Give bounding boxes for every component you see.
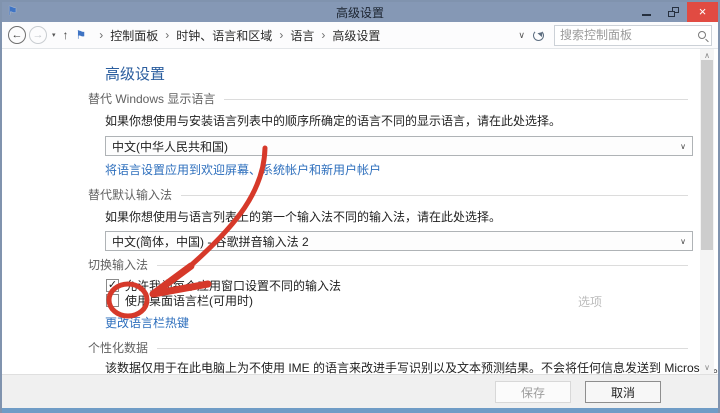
section-rule — [157, 348, 688, 349]
default-input-method-value: 中文(简体，中国) - 谷歌拼音输入法 2 — [112, 234, 309, 249]
advanced-settings-window: ⚑ 高级设置 × ← → ▾ ↑ ⚑ › 控制面板 › 时钟、语言和区域 › 语… — [0, 0, 720, 413]
minimize-button[interactable] — [633, 2, 660, 22]
display-language-value: 中文(中华人民共和国) — [112, 139, 228, 154]
section-rule — [181, 195, 688, 196]
section-override-display-language: 替代 Windows 显示语言 — [88, 90, 688, 107]
breadcrumb-separator-icon: › — [165, 28, 170, 42]
change-language-bar-hotkeys-link[interactable]: 更改语言栏热键 — [105, 314, 189, 331]
personalization-description: 该数据仅用于在此电脑上为不使用 IME 的语言来改进手写识别以及文本预测结果。不… — [105, 361, 718, 374]
content-area: 高级设置 替代 Windows 显示语言 如果你想使用与安装语言列表中的顺序所确… — [2, 49, 718, 374]
search-box[interactable] — [554, 24, 712, 46]
override-display-description: 如果你想使用与安装语言列表中的顺序所确定的语言不同的显示语言，请在此处选择。 — [105, 114, 562, 128]
save-button[interactable]: 保存 — [495, 381, 571, 403]
breadcrumb-clock-language-region[interactable]: 时钟、语言和区域 — [176, 27, 272, 44]
display-language-select[interactable]: 中文(中华人民共和国) ∨ — [105, 136, 693, 156]
cancel-button[interactable]: 取消 — [585, 381, 661, 403]
section-rule — [157, 265, 688, 266]
footer: 保存 取消 — [2, 374, 718, 408]
titlebar: ⚑ 高级设置 × — [2, 2, 718, 22]
scrollbar-thumb[interactable] — [701, 60, 713, 250]
section-header: 替代 Windows 显示语言 — [88, 92, 216, 106]
default-input-method-select[interactable]: 中文(简体，中国) - 谷歌拼音输入法 2 ∨ — [105, 231, 693, 251]
breadcrumb-control-panel[interactable]: 控制面板 — [110, 27, 158, 44]
back-button[interactable]: ← — [8, 26, 26, 44]
restore-button[interactable] — [660, 2, 687, 22]
window-bottom-border — [2, 408, 718, 413]
breadcrumb-advanced-settings: 高级设置 — [332, 28, 381, 43]
restore-icon — [668, 7, 679, 17]
section-header: 替代默认输入法 — [88, 188, 173, 202]
section-header: 个性化数据 — [88, 341, 149, 355]
breadcrumb-separator-icon: › — [279, 28, 284, 42]
refresh-icon[interactable] — [533, 29, 544, 41]
override-input-description: 如果你想使用与语言列表上的第一个输入法不同的输入法，请在此处选择。 — [105, 210, 502, 224]
address-dropdown-icon[interactable]: ∨ — [518, 30, 525, 41]
search-icon — [698, 31, 706, 39]
section-personalization-data: 个性化数据 — [88, 339, 688, 356]
forward-button[interactable]: → — [29, 26, 47, 44]
desktop-language-bar-label: 使用桌面语言栏(可用时) — [125, 294, 253, 308]
minimize-icon — [642, 13, 651, 16]
search-input[interactable] — [560, 28, 698, 42]
chevron-down-icon: ∨ — [680, 141, 686, 151]
navbar: ← → ▾ ↑ ⚑ › 控制面板 › 时钟、语言和区域 › 语言 › 高级设置 … — [2, 22, 718, 49]
apply-to-welcome-screen-link[interactable]: 将语言设置应用到欢迎屏幕、系统帐户和新用户帐户 — [105, 161, 381, 178]
breadcrumb: ⚑ › 控制面板 › 时钟、语言和区域 › 语言 › 高级设置 — [76, 27, 381, 44]
section-rule — [224, 99, 688, 100]
caption-buttons: × — [633, 2, 718, 22]
options-link-disabled: 选项 — [578, 295, 603, 309]
vertical-scrollbar[interactable]: ∧ ∨ — [700, 49, 714, 374]
section-override-default-input: 替代默认输入法 — [88, 186, 688, 203]
breadcrumb-separator-icon: › — [99, 28, 104, 42]
close-button[interactable]: × — [687, 2, 718, 22]
section-switching-input-methods: 切换输入法 — [88, 256, 688, 273]
chevron-down-icon: ∨ — [680, 236, 686, 246]
scroll-down-icon[interactable]: ∨ — [700, 361, 714, 374]
recent-pages-dropdown-icon[interactable]: ▾ — [52, 31, 56, 39]
up-button[interactable]: ↑ — [63, 28, 69, 42]
section-header: 切换输入法 — [88, 258, 149, 272]
control-panel-icon: ⚑ — [75, 28, 87, 42]
breadcrumb-language[interactable]: 语言 — [290, 27, 314, 44]
per-app-input-checkbox-checked[interactable]: ✓ — [106, 279, 119, 292]
desktop-language-bar-checkbox-unchecked[interactable] — [106, 294, 119, 307]
window-title: 高级设置 — [335, 5, 384, 20]
page-title: 高级设置 — [105, 66, 166, 83]
desktop-language-bar-row: 使用桌面语言栏(可用时) — [106, 292, 253, 309]
breadcrumb-separator-icon: › — [321, 28, 326, 42]
navbar-right: ∨ — [518, 24, 712, 46]
